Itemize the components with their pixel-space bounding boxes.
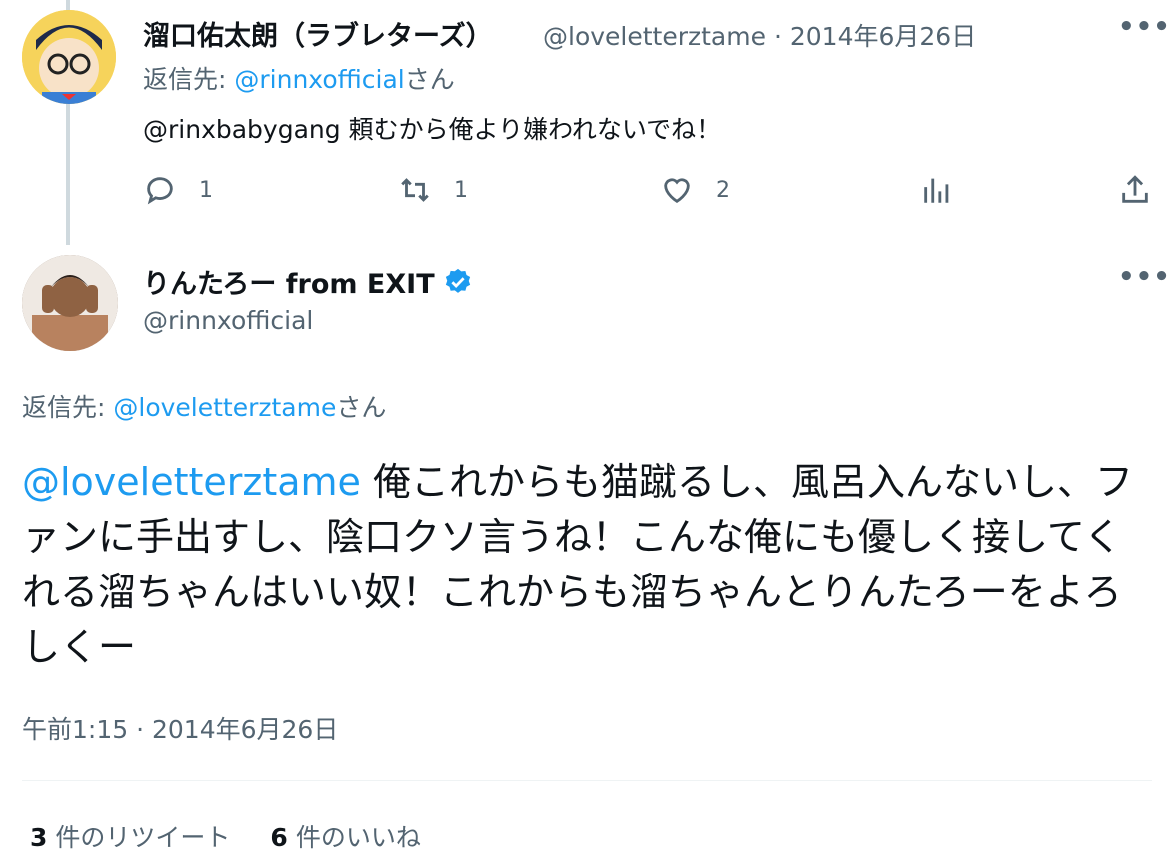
reply-prefix: 返信先: — [143, 65, 235, 94]
likes-stat[interactable]: 6 件のいいね — [270, 818, 420, 854]
retweet-icon — [401, 178, 429, 202]
reply-context: 返信先: @rinnxofficialさん — [143, 60, 455, 96]
avatar[interactable] — [22, 255, 118, 351]
handle[interactable]: @loveletterztame — [543, 22, 766, 51]
handle-and-date[interactable]: @loveletterztame · 2014年6月26日 — [543, 17, 976, 53]
share-button[interactable] — [1118, 170, 1152, 210]
like-button[interactable]: 2 — [660, 170, 730, 210]
reply-to-link[interactable]: @loveletterztame — [113, 393, 336, 422]
divider — [22, 780, 1152, 781]
share-icon — [1122, 175, 1148, 203]
reply-suffix: さん — [336, 393, 387, 422]
reply-prefix: 返信先: — [22, 393, 114, 422]
engagement-stats: 3 件のリツイート 6 件のいいね — [30, 818, 421, 854]
display-name[interactable]: 溜口佑太朗（ラブレターズ） — [143, 14, 493, 53]
likes-count: 6 — [270, 823, 288, 852]
tweet-text: @rinxbabygang 頼むから俺より嫌われないでね！ — [143, 115, 722, 144]
retweets-label: 件のリツイート — [55, 823, 231, 852]
analytics-button[interactable] — [920, 170, 954, 210]
reply-count: 1 — [199, 177, 213, 203]
reply-context: 返信先: @loveletterztameさん — [22, 388, 386, 424]
retweet-count: 1 — [454, 177, 468, 203]
like-count: 2 — [716, 177, 730, 203]
more-icon[interactable]: ••• — [1118, 12, 1171, 42]
timestamp[interactable]: 午前1:15 · 2014年6月26日 — [22, 710, 338, 746]
like-icon — [664, 178, 690, 204]
more-icon[interactable]: ••• — [1118, 262, 1171, 292]
retweets-count: 3 — [30, 823, 48, 852]
retweet-button[interactable]: 1 — [398, 170, 468, 210]
display-name[interactable]: りんたろー from EXIT — [143, 262, 473, 301]
display-name-text[interactable]: りんたろー from EXIT — [143, 262, 435, 301]
verified-badge-icon[interactable] — [443, 267, 473, 297]
reply-button[interactable]: 1 — [143, 170, 213, 210]
mention-link[interactable]: @loveletterztame — [22, 460, 361, 504]
date[interactable]: 2014年6月26日 — [790, 22, 976, 51]
avatar[interactable] — [22, 10, 116, 104]
handle[interactable]: @rinnxofficial — [143, 306, 313, 335]
retweets-stat[interactable]: 3 件のリツイート — [30, 818, 230, 854]
likes-label: 件のいいね — [295, 823, 421, 852]
tweet-text: @loveletterztame 俺これからも猫蹴るし、風呂入んないし、ファンに… — [22, 455, 1142, 675]
reply-suffix: さん — [404, 65, 455, 94]
reply-to-link[interactable]: @rinnxofficial — [234, 65, 404, 94]
analytics-icon — [924, 178, 949, 203]
separator: · — [773, 22, 782, 51]
reply-icon — [147, 177, 173, 205]
